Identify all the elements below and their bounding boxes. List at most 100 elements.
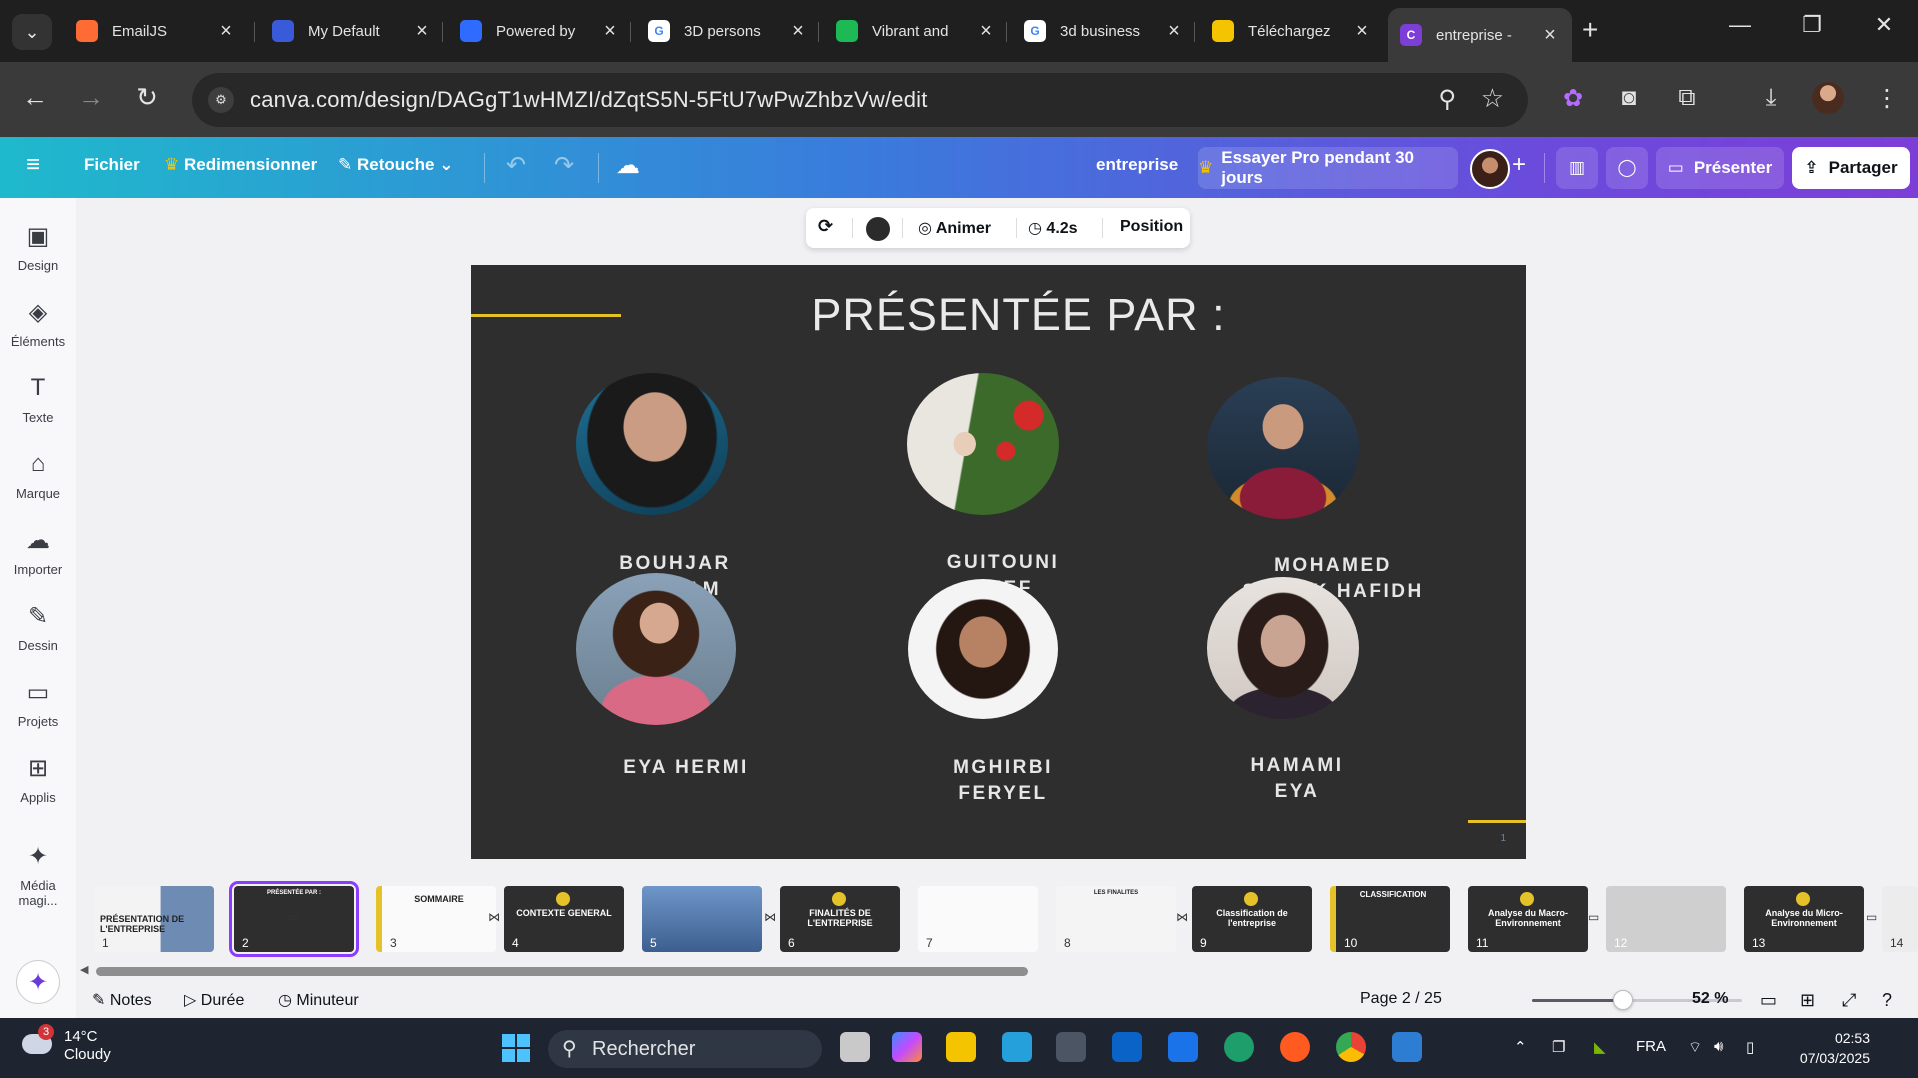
sidebar-item-design[interactable]: ▣ Design bbox=[0, 222, 76, 273]
fullscreen-icon[interactable]: ⤢ bbox=[1842, 990, 1856, 1011]
sidebar-item-projects[interactable]: ▭ Projets bbox=[0, 678, 76, 729]
close-icon[interactable]: × bbox=[412, 20, 432, 43]
page-thumbnail[interactable]: SOMMAIRE 3 bbox=[376, 886, 496, 952]
sidebar-item-text[interactable]: T Texte bbox=[0, 374, 76, 425]
zoom-slider-handle[interactable] bbox=[1613, 990, 1633, 1010]
grid-view-icon[interactable]: ⊞ bbox=[1800, 990, 1815, 1011]
system-clock[interactable]: 02:53 07/03/2025 bbox=[1786, 1028, 1870, 1068]
pages-view-icon[interactable]: ▭ bbox=[1760, 990, 1777, 1011]
notes-button[interactable]: ✎ Notes bbox=[92, 990, 152, 1010]
chevron-up-icon[interactable]: ⌃ bbox=[1514, 1038, 1527, 1056]
file-menu[interactable]: Fichier bbox=[84, 155, 140, 175]
weather-widget[interactable]: 3 14°C Cloudy bbox=[22, 1024, 111, 1064]
calculator-icon[interactable] bbox=[1056, 1032, 1086, 1062]
position-button[interactable]: Position bbox=[1120, 218, 1183, 236]
zoom-icon[interactable]: ⚲ bbox=[1438, 85, 1456, 114]
sidebar-item-elements[interactable]: ◈ Éléments bbox=[0, 298, 76, 349]
browser-tab-active[interactable]: C entreprise - × bbox=[1388, 8, 1572, 62]
hamburger-menu-icon[interactable]: ≡ bbox=[26, 151, 40, 179]
sidebar-item-upload[interactable]: ☁ Importer bbox=[0, 526, 76, 577]
back-arrow-icon[interactable]: ← bbox=[18, 82, 52, 113]
close-icon[interactable]: × bbox=[976, 20, 996, 43]
collaborator-avatar[interactable] bbox=[1470, 149, 1510, 189]
page-thumbnail[interactable]: CONTEXTE GENERAL 4 bbox=[504, 886, 624, 952]
member-photo[interactable] bbox=[1207, 577, 1359, 719]
close-icon[interactable]: × bbox=[1540, 24, 1560, 47]
canva-assistant-sparkle-icon[interactable]: ✦ bbox=[16, 960, 60, 1004]
retouch-button[interactable]: ✎ Retouche ⌄ bbox=[338, 155, 453, 175]
redo-icon[interactable]: ↷ bbox=[554, 151, 574, 180]
comment-icon[interactable]: ◯ bbox=[1606, 147, 1648, 189]
sidebar-item-apps[interactable]: ⊞ Applis bbox=[0, 754, 76, 805]
nvidia-icon[interactable]: ◣ bbox=[1594, 1038, 1606, 1056]
duration-button[interactable]: ▷ Durée bbox=[184, 990, 244, 1010]
slide-title[interactable]: PRÉSENTÉE PAR : bbox=[471, 289, 1526, 341]
minimize-button[interactable]: — bbox=[1720, 12, 1760, 38]
share-button[interactable]: ⇪ Partager bbox=[1792, 147, 1910, 189]
copy-tray-icon[interactable]: ❐ bbox=[1552, 1038, 1565, 1056]
page-thumbnail[interactable]: Classification de l'entreprise 9 bbox=[1192, 886, 1312, 952]
page-thumbnail[interactable]: Analyse du Macro-Environnement 11 bbox=[1468, 886, 1588, 952]
profile-avatar[interactable] bbox=[1812, 82, 1844, 114]
browser-tab[interactable]: G 3D persons × bbox=[636, 8, 820, 54]
horizontal-scrollbar[interactable] bbox=[96, 967, 1028, 976]
browser-tab[interactable]: G 3d business × bbox=[1012, 8, 1196, 54]
page-thumbnail[interactable]: PRÉSENTATION DE L'ENTREPRISE 1 bbox=[94, 886, 214, 952]
transition-icon[interactable]: ▭ bbox=[288, 910, 299, 924]
help-icon[interactable]: ? bbox=[1882, 990, 1892, 1011]
task-view-icon[interactable] bbox=[840, 1032, 870, 1062]
download-icon[interactable]: ⤓ bbox=[1754, 84, 1788, 112]
wifi-icon[interactable]: ⌔ bbox=[1688, 1038, 1702, 1057]
tab-search-button[interactable]: ⌄ bbox=[12, 14, 52, 50]
transition-icon[interactable]: ▭ bbox=[1588, 910, 1599, 924]
windows-start-icon[interactable] bbox=[502, 1034, 530, 1062]
monitor-app-icon[interactable] bbox=[1002, 1032, 1032, 1062]
browser-tab[interactable]: Téléchargez × bbox=[1200, 8, 1384, 54]
member-photo[interactable] bbox=[907, 373, 1059, 515]
close-icon[interactable]: × bbox=[600, 20, 620, 43]
page-thumbnail[interactable]: Analyse du Micro-Environnement 13 bbox=[1744, 886, 1864, 952]
copilot-icon[interactable] bbox=[892, 1032, 922, 1062]
close-icon[interactable]: × bbox=[1164, 20, 1184, 43]
close-icon[interactable]: × bbox=[1352, 20, 1372, 43]
timer-button[interactable]: ◷ Minuteur bbox=[278, 990, 359, 1010]
battery-icon[interactable]: ▯ bbox=[1746, 1038, 1754, 1056]
transition-icon[interactable]: ⋈ bbox=[1176, 910, 1188, 924]
insights-chart-icon[interactable]: ▥ bbox=[1556, 147, 1598, 189]
try-pro-button[interactable]: ♛ Essayer Pro pendant 30 jours bbox=[1198, 147, 1458, 189]
document-title[interactable]: entreprise bbox=[1096, 155, 1178, 175]
file-explorer-icon[interactable] bbox=[946, 1032, 976, 1062]
page-thumbnail[interactable]: 5 bbox=[642, 886, 762, 952]
browser-tab[interactable]: EmailJS × bbox=[64, 8, 248, 54]
kebab-menu-icon[interactable]: ⋮ bbox=[1870, 84, 1904, 113]
cloud-saved-icon[interactable]: ☁ bbox=[616, 151, 640, 180]
member-name[interactable]: HAMAMI EYA bbox=[1177, 753, 1417, 805]
close-icon[interactable]: × bbox=[216, 20, 236, 43]
transition-icon[interactable]: ⋈ bbox=[764, 910, 776, 924]
close-window-button[interactable]: ✕ bbox=[1864, 12, 1904, 38]
page-thumbnail[interactable]: 7 bbox=[918, 886, 1038, 952]
edge-icon[interactable] bbox=[1224, 1032, 1254, 1062]
reload-icon[interactable]: ↻ bbox=[130, 82, 164, 113]
camera-icon[interactable]: ◙ bbox=[1612, 84, 1646, 112]
undo-icon[interactable]: ↶ bbox=[506, 151, 526, 180]
taskbar-search[interactable]: ⚲ Rechercher bbox=[548, 1030, 822, 1068]
scroll-left-arrow-icon[interactable]: ◀ bbox=[80, 963, 88, 976]
sidebar-item-magic-media[interactable]: ✦ Média magi... bbox=[0, 842, 76, 908]
page-thumbnail[interactable]: LES FINALITES 8 bbox=[1056, 886, 1176, 952]
page-thumbnail[interactable]: CLASSIFICATION 10 bbox=[1330, 886, 1450, 952]
page-thumbnail[interactable]: FINALITÉS DE L'ENTREPRISE 6 bbox=[780, 886, 900, 952]
forward-arrow-icon[interactable]: → bbox=[74, 82, 108, 113]
chrome-icon[interactable] bbox=[1336, 1032, 1366, 1062]
app-icon[interactable] bbox=[1280, 1032, 1310, 1062]
language-indicator[interactable]: FRA bbox=[1636, 1038, 1666, 1055]
volume-icon[interactable]: 🔊︎ bbox=[1714, 1038, 1723, 1055]
color-swatch[interactable] bbox=[866, 217, 890, 241]
add-collaborator-icon[interactable]: + bbox=[1512, 151, 1526, 179]
sidebar-item-brand[interactable]: ⌂ Marque bbox=[0, 450, 76, 501]
member-photo[interactable] bbox=[1207, 377, 1359, 519]
photos-app-icon[interactable] bbox=[1392, 1032, 1422, 1062]
member-photo[interactable] bbox=[576, 373, 728, 515]
slide-canvas[interactable]: PRÉSENTÉE PAR : BOUHJARMERIAM GUITOUNIAF… bbox=[471, 265, 1526, 859]
omnibox[interactable]: ⚙ canva.com/design/DAGgT1wHMZI/dZqtS5N-5… bbox=[192, 73, 1528, 127]
